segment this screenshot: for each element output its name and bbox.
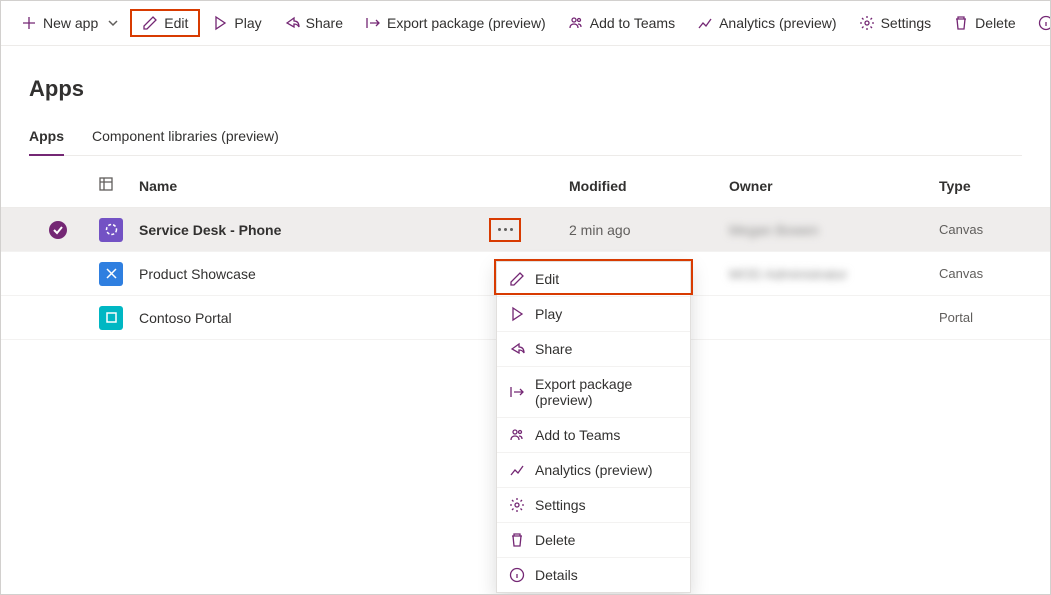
row-more-button[interactable] (489, 218, 521, 242)
page-title: Apps (29, 76, 1022, 102)
ctx-share[interactable]: Share (497, 332, 690, 367)
row-selected-check-icon[interactable] (49, 221, 67, 239)
ctx-export[interactable]: Export package (preview) (497, 367, 690, 418)
ellipsis-icon (498, 228, 513, 231)
new-app-label: New app (43, 15, 98, 31)
tabs: Apps Component libraries (preview) (29, 120, 1022, 156)
share-icon (509, 341, 525, 357)
gear-icon (859, 15, 875, 31)
col-type[interactable]: Type (939, 178, 1039, 194)
ctx-details[interactable]: Details (497, 558, 690, 592)
ctx-settings[interactable]: Settings (497, 488, 690, 523)
grid-header: Name Modified Owner Type (1, 164, 1050, 208)
ctx-delete-label: Delete (535, 532, 575, 548)
export-button[interactable]: Export package (preview) (355, 11, 556, 35)
ctx-details-label: Details (535, 567, 578, 583)
share-icon (284, 15, 300, 31)
play-label: Play (234, 15, 261, 31)
info-icon (1038, 15, 1051, 31)
table-row[interactable]: Service Desk - Phone 2 min ago Megan Bow… (1, 208, 1050, 252)
edit-button[interactable]: Edit (130, 9, 200, 37)
teams-icon (568, 15, 584, 31)
ctx-edit[interactable]: Edit (497, 262, 690, 297)
app-type: Canvas (939, 266, 1039, 281)
settings-label: Settings (881, 15, 932, 31)
ctx-settings-label: Settings (535, 497, 586, 513)
app-icon (99, 306, 123, 330)
share-label: Share (306, 15, 343, 31)
settings-button[interactable]: Settings (849, 11, 942, 35)
app-icon (99, 262, 123, 286)
analytics-label: Analytics (preview) (719, 15, 836, 31)
app-name: Contoso Portal (139, 310, 489, 326)
ctx-play[interactable]: Play (497, 297, 690, 332)
context-menu: Edit Play Share Export package (preview)… (496, 261, 691, 593)
chart-icon (509, 462, 525, 478)
teams-icon (509, 427, 525, 443)
app-name: Service Desk - Phone (139, 222, 489, 238)
col-modified[interactable]: Modified (569, 178, 729, 194)
app-type: Canvas (939, 222, 1039, 237)
ctx-export-label: Export package (preview) (535, 376, 678, 408)
gear-icon (509, 497, 525, 513)
tab-components[interactable]: Component libraries (preview) (92, 120, 279, 155)
column-chooser-icon[interactable] (99, 177, 139, 194)
share-button[interactable]: Share (274, 11, 353, 35)
command-bar: New app Edit Play Share Export package (… (1, 1, 1050, 46)
ctx-add-teams-label: Add to Teams (535, 427, 620, 443)
trash-icon (509, 532, 525, 548)
play-icon (509, 306, 525, 322)
plus-icon (21, 15, 37, 31)
pencil-icon (509, 271, 525, 287)
details-button[interactable]: Details (1028, 11, 1051, 35)
play-button[interactable]: Play (202, 11, 271, 35)
export-icon (365, 15, 381, 31)
pencil-icon (142, 15, 158, 31)
tab-apps[interactable]: Apps (29, 120, 64, 156)
app-name: Product Showcase (139, 266, 489, 282)
ctx-add-teams[interactable]: Add to Teams (497, 418, 690, 453)
ctx-analytics[interactable]: Analytics (preview) (497, 453, 690, 488)
app-icon (99, 218, 123, 242)
analytics-button[interactable]: Analytics (preview) (687, 11, 846, 35)
ctx-delete[interactable]: Delete (497, 523, 690, 558)
app-owner: Megan Bowen (729, 222, 939, 238)
app-modified: 2 min ago (569, 222, 729, 238)
trash-icon (953, 15, 969, 31)
delete-button[interactable]: Delete (943, 11, 1025, 35)
col-owner[interactable]: Owner (729, 178, 939, 194)
app-frame: New app Edit Play Share Export package (… (0, 0, 1051, 595)
ctx-analytics-label: Analytics (preview) (535, 462, 652, 478)
export-label: Export package (preview) (387, 15, 546, 31)
info-icon (509, 567, 525, 583)
ctx-play-label: Play (535, 306, 562, 322)
add-teams-label: Add to Teams (590, 15, 675, 31)
play-icon (212, 15, 228, 31)
col-name[interactable]: Name (139, 178, 489, 194)
app-owner: MOD Administrator (729, 266, 939, 282)
ctx-edit-label: Edit (535, 271, 559, 287)
delete-label: Delete (975, 15, 1015, 31)
chart-icon (697, 15, 713, 31)
new-app-button[interactable]: New app (11, 11, 128, 35)
ctx-share-label: Share (535, 341, 572, 357)
app-type: Portal (939, 310, 1039, 325)
add-teams-button[interactable]: Add to Teams (558, 11, 685, 35)
chevron-down-icon (108, 15, 118, 31)
export-icon (509, 384, 525, 400)
edit-label: Edit (164, 15, 188, 31)
